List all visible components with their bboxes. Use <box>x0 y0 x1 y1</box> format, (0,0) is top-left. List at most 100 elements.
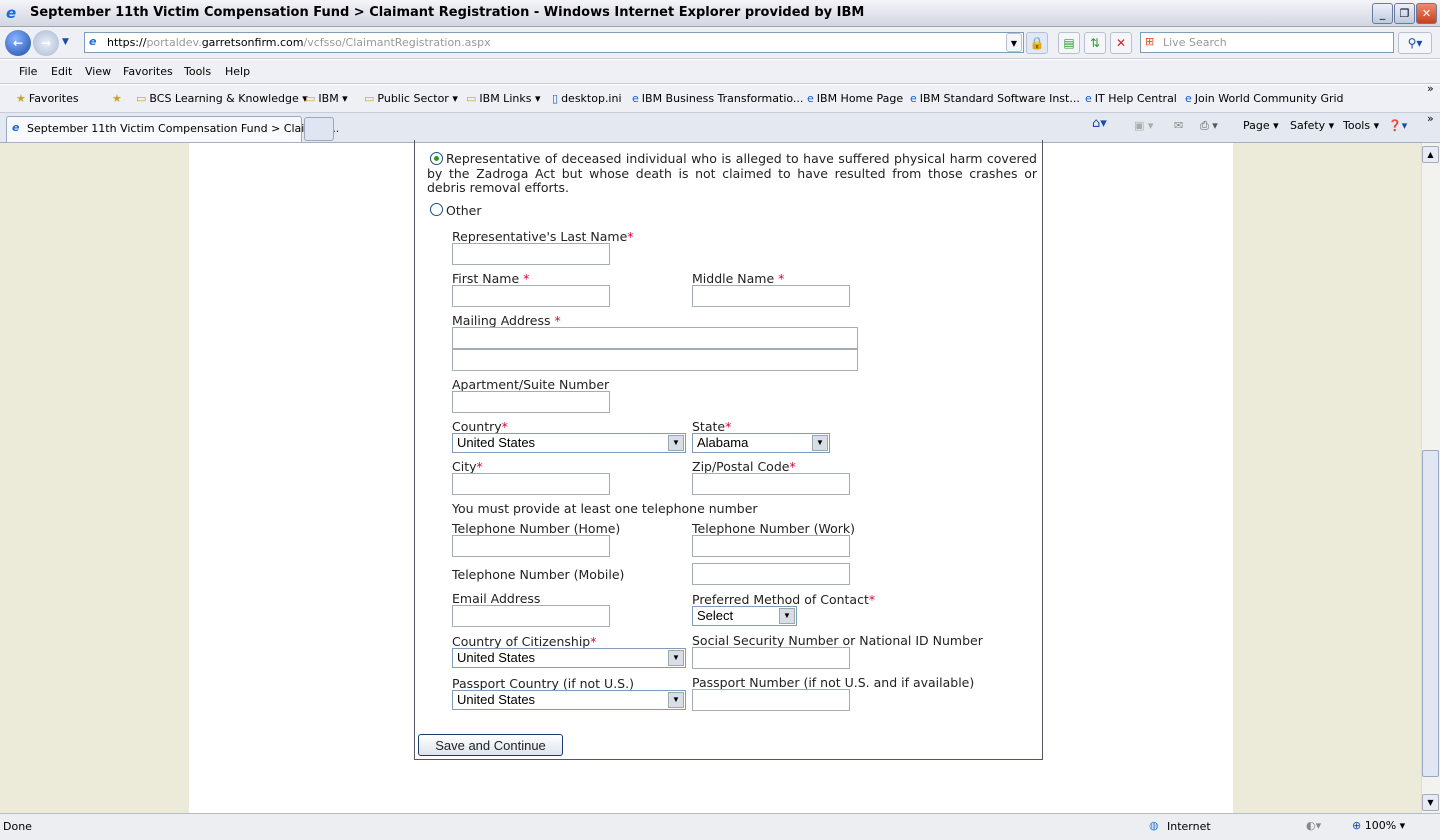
url-dropdown-icon[interactable]: ▼ <box>1006 33 1022 52</box>
search-button[interactable]: ⚲▾ <box>1398 32 1432 54</box>
help-icon[interactable]: ❓▾ <box>1388 119 1407 132</box>
fav-bcs[interactable]: ▭ BCS Learning & Knowledge ▾ <box>136 92 308 105</box>
tel-work-label: Telephone Number (Work) <box>692 521 856 536</box>
home-icon[interactable]: ⌂▾ <box>1092 116 1107 131</box>
tab-title: September 11th Victim Compensation Fund … <box>27 122 340 135</box>
recent-pages-dropdown-icon[interactable]: ▼ <box>62 37 69 47</box>
refresh-icon[interactable]: ⇅ <box>1084 32 1106 54</box>
add-favorite-icon[interactable]: ★ <box>112 92 125 105</box>
ie-page-icon: e <box>632 92 639 105</box>
new-tab-button[interactable] <box>304 117 334 141</box>
radio-other[interactable] <box>430 203 443 216</box>
tel-mobile-input[interactable] <box>692 563 850 585</box>
back-button[interactable]: ← <box>5 30 31 56</box>
save-continue-button[interactable]: Save and Continue <box>418 734 563 756</box>
ie-page-icon: e <box>807 92 814 105</box>
restore-button[interactable]: ❐ <box>1394 3 1415 24</box>
url-input[interactable]: e https://portaldev.garretsonfirm.com/vc… <box>84 32 1024 53</box>
chevron-more-icon[interactable]: » <box>1427 82 1434 95</box>
safety-menu[interactable]: Safety ▾ <box>1290 119 1334 132</box>
lock-icon[interactable]: 🔒 <box>1026 32 1048 54</box>
url-subdomain: portaldev. <box>146 36 202 49</box>
menu-tools[interactable]: Tools <box>184 65 211 78</box>
folder-icon: ▭ <box>136 92 147 105</box>
tools-menu[interactable]: Tools ▾ <box>1343 119 1379 132</box>
menu-help[interactable]: Help <box>225 65 250 78</box>
fav-ibm[interactable]: ▭ IBM ▾ <box>305 92 348 105</box>
favorites-label: Favorites <box>28 92 79 105</box>
menu-edit[interactable]: Edit <box>51 65 72 78</box>
fav-it-help[interactable]: e IT Help Central <box>1085 92 1177 105</box>
passport-number-label: Passport Number (if not U.S. and if avai… <box>692 675 975 690</box>
ie-logo-icon: e <box>6 4 17 22</box>
window-title: September 11th Victim Compensation Fund … <box>30 5 865 20</box>
print-icon[interactable]: ⎙ ▾ <box>1200 119 1218 133</box>
file-icon: ▯ <box>552 92 559 105</box>
mail-icon[interactable]: ✉ <box>1174 119 1183 132</box>
email-input[interactable] <box>452 605 610 627</box>
fav-ibm-home[interactable]: e IBM Home Page <box>807 92 903 105</box>
middle-name-input[interactable] <box>692 285 850 307</box>
security-zone: Internet <box>1167 820 1211 833</box>
ssn-input[interactable] <box>692 647 850 669</box>
feeds-icon[interactable]: ▣ ▾ <box>1134 119 1153 132</box>
tel-home-input[interactable] <box>452 535 610 557</box>
state-select[interactable]: Alabama ▼ <box>692 433 830 453</box>
chevron-down-icon: ▼ <box>668 650 684 666</box>
zoom-control[interactable]: ⊕ 100% ▾ <box>1352 819 1405 832</box>
mailing-address-label: Mailing Address * <box>452 313 561 328</box>
apt-label: Apartment/Suite Number <box>452 377 610 392</box>
contact-label: Preferred Method of Contact* <box>692 592 876 607</box>
tel-work-input[interactable] <box>692 535 850 557</box>
citizenship-label: Country of Citizenship* <box>452 634 597 649</box>
minimize-button[interactable]: _ <box>1372 3 1393 24</box>
last-name-input[interactable] <box>452 243 610 265</box>
mailing-address-line2[interactable] <box>452 349 858 371</box>
scroll-down-button[interactable]: ▼ <box>1422 794 1439 811</box>
first-name-input[interactable] <box>452 285 610 307</box>
folder-icon: ▭ <box>305 92 316 105</box>
passport-country-select[interactable]: United States ▼ <box>452 690 686 710</box>
option-representative-label: Representative of deceased individual wh… <box>427 151 1037 195</box>
citizenship-select[interactable]: United States ▼ <box>452 648 686 668</box>
fav-ibm-business[interactable]: e IBM Business Transformatio... <box>632 92 803 105</box>
fav-desktop-ini[interactable]: ▯ desktop.ini <box>552 92 622 105</box>
mailing-address-line1[interactable] <box>452 327 858 349</box>
chevron-down-icon: ▼ <box>668 435 684 451</box>
scroll-up-button[interactable]: ▲ <box>1422 146 1439 163</box>
ssn-label: Social Security Number or National ID Nu… <box>692 633 983 648</box>
menu-favorites[interactable]: Favorites <box>123 65 173 78</box>
url-scheme: https:// <box>107 36 147 49</box>
page-right-margin <box>1233 143 1421 813</box>
protected-mode-icon[interactable]: ◐▾ <box>1306 819 1321 832</box>
tel-home-label: Telephone Number (Home) <box>452 521 621 536</box>
url-path: /vcfsso/ClaimantRegistration.aspx <box>303 36 491 49</box>
page-icon: e <box>89 35 97 48</box>
ie-page-icon: e <box>12 121 20 134</box>
favorites-button[interactable]: ★ Favorites <box>16 92 79 105</box>
close-button[interactable]: ✕ <box>1416 3 1437 24</box>
city-input[interactable] <box>452 473 610 495</box>
compatibility-icon[interactable]: ▤ <box>1058 32 1080 54</box>
browser-tab[interactable]: e September 11th Victim Compensation Fund… <box>6 116 339 142</box>
chevron-more-icon[interactable]: » <box>1427 112 1434 125</box>
fav-ibm-software[interactable]: e IBM Standard Software Inst... <box>910 92 1080 105</box>
page-menu[interactable]: Page ▾ <box>1243 119 1279 132</box>
fav-public-sector[interactable]: ▭ Public Sector ▾ <box>364 92 458 105</box>
country-select[interactable]: United States ▼ <box>452 433 686 453</box>
chevron-down-icon: ▼ <box>812 435 828 451</box>
menu-file[interactable]: File <box>19 65 37 78</box>
globe-icon: ◍ <box>1149 819 1159 832</box>
search-input[interactable]: ⊞ Live Search <box>1140 32 1394 53</box>
zip-input[interactable] <box>692 473 850 495</box>
contact-select[interactable]: Select ▼ <box>692 606 797 626</box>
forward-button[interactable]: → <box>33 30 59 56</box>
apt-input[interactable] <box>452 391 610 413</box>
passport-number-input[interactable] <box>692 689 850 711</box>
fav-ibm-links[interactable]: ▭ IBM Links ▾ <box>466 92 540 105</box>
scrollbar-thumb[interactable] <box>1422 450 1439 777</box>
stop-icon[interactable]: ✕ <box>1110 32 1132 54</box>
option-other-label: Other <box>446 203 482 218</box>
fav-world-grid[interactable]: e Join World Community Grid <box>1185 92 1344 105</box>
menu-view[interactable]: View <box>85 65 111 78</box>
